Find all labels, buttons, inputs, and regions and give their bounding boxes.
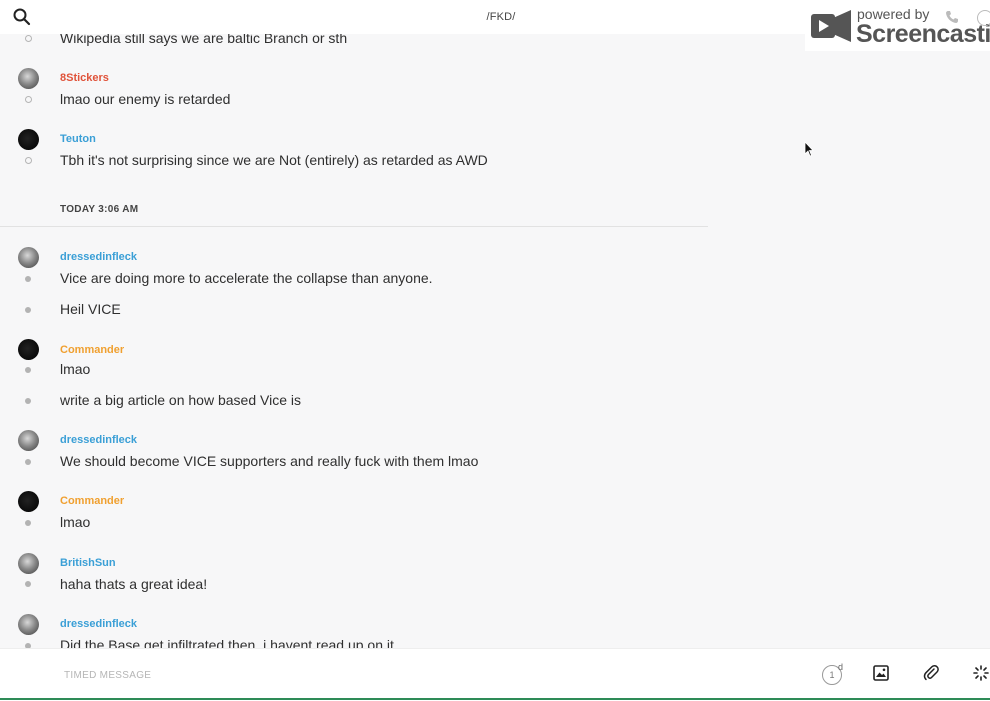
status-dot <box>25 367 31 373</box>
message-author[interactable]: Teuton <box>60 133 96 145</box>
avatar[interactable] <box>18 247 39 268</box>
avatar[interactable] <box>18 68 39 89</box>
message-author[interactable]: dressedinfleck <box>60 434 137 446</box>
message-text: We should become VICE supporters and rea… <box>60 453 479 469</box>
message-text: write a big article on how based Vice is <box>60 392 301 408</box>
message-text: Vice are doing more to accelerate the co… <box>60 270 433 286</box>
loading-icon[interactable] <box>973 665 989 681</box>
message-input[interactable] <box>62 663 766 687</box>
timer-unit-label: d <box>838 662 844 672</box>
avatar[interactable] <box>18 491 39 512</box>
message-text: Tbh it's not surprising since we are Not… <box>60 152 488 168</box>
message-text: haha thats a great idea! <box>60 576 208 592</box>
message-text: lmao <box>60 361 91 377</box>
message-author[interactable]: dressedinfleck <box>60 618 137 630</box>
status-dot <box>25 157 32 164</box>
message-text: Heil VICE <box>60 301 121 317</box>
phone-icon[interactable] <box>945 10 959 24</box>
message-text: Wikipedia still says we are baltic Branc… <box>60 34 348 46</box>
avatar[interactable] <box>18 129 39 150</box>
status-dot <box>25 35 32 42</box>
screencastify-watermark: powered by Screencastify <box>805 3 990 51</box>
message-author[interactable]: Commander <box>60 344 124 356</box>
message-author[interactable]: Commander <box>60 495 124 507</box>
avatar[interactable] <box>18 339 39 360</box>
status-dot <box>25 96 32 103</box>
screencastify-logo-icon <box>811 10 851 42</box>
info-icon[interactable] <box>977 10 990 26</box>
message-composer: 1 d <box>0 648 990 701</box>
message-list: Wikipedia still says we are baltic Branc… <box>0 34 708 648</box>
status-dot <box>25 276 31 282</box>
message-text: Did the Base get infiltrated then, i hav… <box>60 637 394 648</box>
avatar[interactable] <box>18 614 39 635</box>
avatar[interactable] <box>18 553 39 574</box>
date-separator: TODAY 3:06 AM <box>60 204 139 215</box>
screencastify-brand: Screencastify <box>856 20 990 48</box>
status-dot <box>25 459 31 465</box>
status-dot <box>25 581 31 587</box>
status-dot <box>25 307 31 313</box>
divider <box>0 226 708 227</box>
attachment-icon[interactable] <box>923 665 939 681</box>
message-text: lmao <box>60 514 91 530</box>
mouse-cursor-icon <box>804 141 814 157</box>
message-text: lmao our enemy is retarded <box>60 91 231 107</box>
image-icon[interactable] <box>873 665 889 681</box>
message-author[interactable]: BritishSun <box>60 557 116 569</box>
status-dot <box>25 398 31 404</box>
avatar[interactable] <box>18 430 39 451</box>
message-author[interactable]: 8Stickers <box>60 72 109 84</box>
status-dot <box>25 520 31 526</box>
message-author[interactable]: dressedinfleck <box>60 251 137 263</box>
